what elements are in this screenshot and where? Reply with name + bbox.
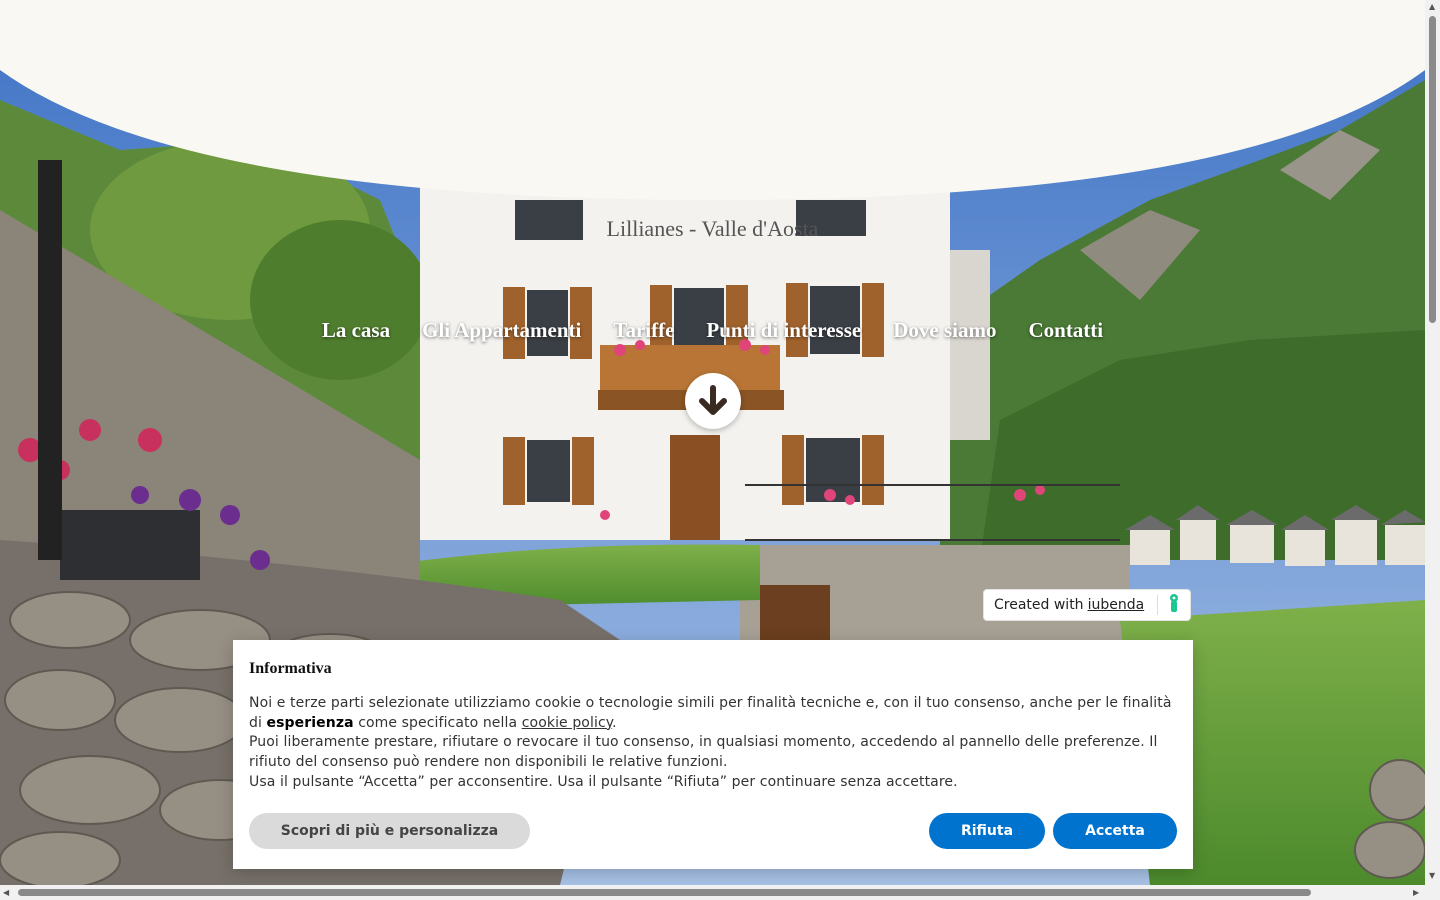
cookie-text: come specificato nella bbox=[353, 714, 522, 731]
nav-item-tariffe[interactable]: Tariffe bbox=[613, 318, 674, 343]
arrow-down-icon bbox=[699, 385, 727, 415]
scroll-down-icon[interactable]: ▼ bbox=[1429, 872, 1435, 880]
cookie-paragraph-2: Puoi liberamente prestare, rifiutare o r… bbox=[249, 734, 1158, 771]
vertical-scroll-thumb[interactable] bbox=[1429, 16, 1436, 323]
reject-button[interactable]: Rifiuta bbox=[929, 813, 1045, 849]
horizontal-scroll-thumb[interactable] bbox=[18, 889, 1311, 896]
cookie-banner-text: Noi e terze parti selezionate utilizziam… bbox=[249, 694, 1177, 793]
cookie-paragraph-1: Noi e terze parti selezionate utilizziam… bbox=[249, 694, 1177, 733]
cookie-paragraph-3: Usa il pulsante “Accetta” per acconsenti… bbox=[249, 773, 958, 790]
cookie-banner-title: Informativa bbox=[249, 660, 332, 677]
scrollbar-corner bbox=[1425, 885, 1440, 900]
iubenda-badge-prefix: Created with bbox=[994, 597, 1084, 613]
vertical-scrollbar[interactable]: ▲ ▼ bbox=[1425, 0, 1440, 885]
accept-button[interactable]: Accetta bbox=[1053, 813, 1177, 849]
iubenda-link[interactable]: iubenda bbox=[1088, 597, 1145, 613]
cookie-text-bold: esperienza bbox=[266, 714, 354, 731]
scroll-right-icon[interactable]: ▶ bbox=[1413, 889, 1419, 897]
iubenda-separator bbox=[1157, 595, 1159, 615]
cookie-policy-link[interactable]: cookie policy bbox=[522, 715, 612, 731]
nav-item-la-casa[interactable]: La casa bbox=[322, 318, 390, 343]
scroll-up-icon[interactable]: ▲ bbox=[1429, 3, 1435, 11]
nav-item-appartamenti[interactable]: Gli Appartamenti bbox=[422, 318, 581, 343]
scroll-down-button[interactable] bbox=[685, 373, 741, 429]
iubenda-badge: Created with iubenda bbox=[983, 589, 1191, 621]
cookie-text: . bbox=[612, 714, 617, 731]
nav-item-dove-siamo[interactable]: Dove siamo bbox=[893, 318, 996, 343]
site-subtitle: Lillianes - Valle d'Aosta bbox=[606, 216, 819, 241]
iubenda-logo-icon[interactable] bbox=[1168, 594, 1180, 616]
horizontal-scrollbar[interactable]: ◀ ▶ bbox=[0, 885, 1425, 900]
nav-item-contatti[interactable]: Contatti bbox=[1028, 318, 1103, 343]
scroll-left-icon[interactable]: ◀ bbox=[3, 889, 9, 897]
nav-item-punti-di-interesse[interactable]: Punti di interesse bbox=[706, 318, 861, 343]
customize-button[interactable]: Scopri di più e personalizza bbox=[249, 813, 530, 849]
main-nav: La casa Gli Appartamenti Tariffe Punti d… bbox=[0, 318, 1425, 343]
